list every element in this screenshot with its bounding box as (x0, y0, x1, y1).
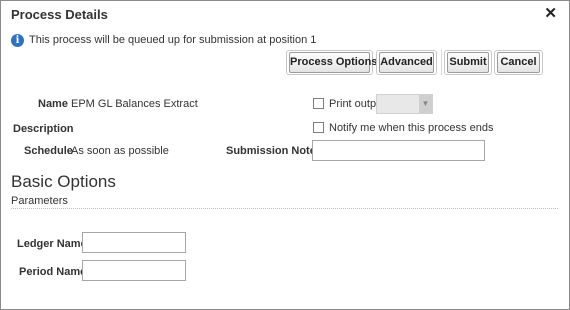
period-name-field[interactable] (82, 260, 186, 281)
name-value: EPM GL Balances Extract (71, 98, 198, 110)
cancel-button[interactable]: Cancel (497, 52, 540, 73)
notify-label: Notify me when this process ends (329, 122, 494, 134)
dialog-title: Process Details (11, 7, 108, 22)
period-name-label: Period Name (19, 266, 87, 278)
basic-options-title: Basic Options (11, 172, 116, 191)
description-label: Description (13, 123, 74, 135)
notify-checkbox[interactable] (313, 122, 324, 133)
print-output-select: ▼ (376, 94, 433, 114)
chevron-down-icon: ▼ (419, 95, 432, 113)
advanced-button[interactable]: Advanced (379, 52, 434, 73)
info-message: This process will be queued up for submi… (29, 34, 317, 46)
schedule-label: Schedule (24, 145, 73, 157)
name-label: Name (38, 98, 68, 110)
process-options-button[interactable]: Process Options (289, 52, 377, 73)
ledger-name-label: Ledger Name (17, 238, 87, 250)
submit-button[interactable]: Submit (447, 52, 489, 73)
toolbar-separator (441, 50, 442, 75)
submission-notes-field[interactable] (312, 140, 485, 161)
ledger-name-field[interactable] (82, 232, 186, 253)
dialog-titlebar: Process Details ✕ (1, 1, 569, 29)
parameters-subtitle: Parameters (11, 195, 68, 207)
info-icon: i (11, 34, 24, 47)
schedule-value: As soon as possible (71, 145, 169, 157)
submission-notes-label: Submission Notes (226, 145, 322, 157)
section-divider (11, 208, 558, 209)
close-icon[interactable]: ✕ (544, 5, 557, 23)
process-details-dialog: Process Details ✕ i This process will be… (0, 0, 570, 310)
print-output-checkbox[interactable] (313, 98, 324, 109)
